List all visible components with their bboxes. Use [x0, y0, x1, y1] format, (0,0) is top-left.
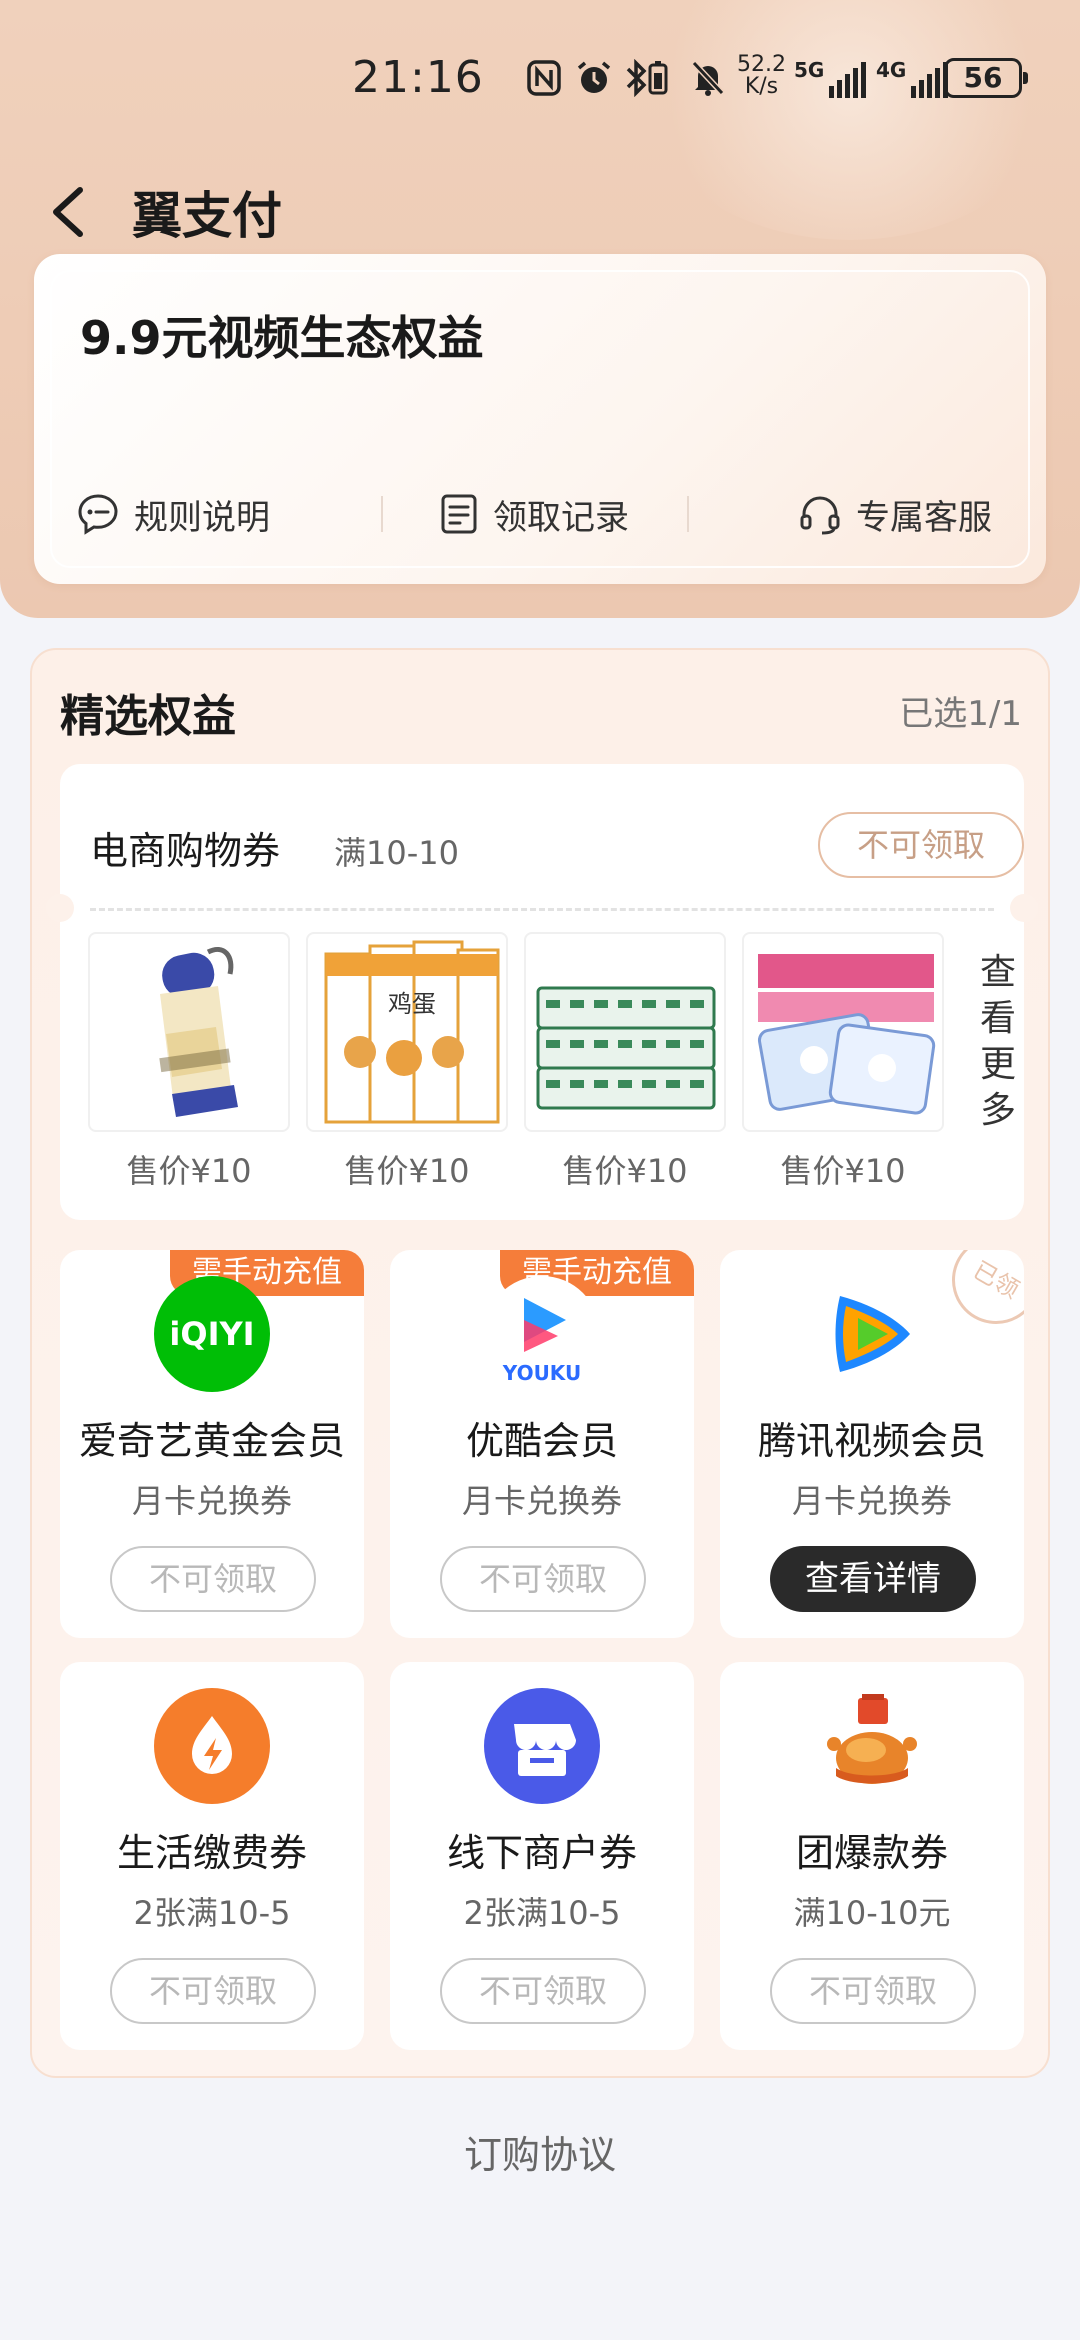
- card-title: 腾讯视频会员: [757, 1419, 986, 1463]
- chevron-left-icon: [53, 187, 83, 237]
- svg-text:YOUKU: YOUKU: [502, 1361, 581, 1385]
- rules-link[interactable]: 规则说明: [34, 484, 381, 544]
- card-title: 线下商户券: [446, 1831, 637, 1875]
- selected-benefits-panel: 精选权益 已选1/1 电商购物券 满10-10 不可领取 售价¥10 鸡蛋 售价…: [30, 648, 1050, 2078]
- hero-header: 21:16 52.2 K/s 5G 4G 56 翼支付 9.9元视频生态权益 规…: [0, 0, 1080, 618]
- ticket-notch-left: [46, 894, 74, 922]
- product-price: 售价¥10: [126, 1152, 252, 1190]
- view-details-button[interactable]: 查看详情: [770, 1546, 976, 1612]
- claim-button-disabled[interactable]: 不可领取: [110, 1958, 316, 2024]
- svg-text:鸡蛋: 鸡蛋: [388, 990, 436, 1018]
- customer-service-label: 专属客服: [855, 497, 992, 538]
- product-item[interactable]: 鸡蛋 售价¥10: [306, 932, 508, 1192]
- card-title: 爱奇艺黄金会员: [78, 1419, 345, 1463]
- product-item[interactable]: 售价¥10: [524, 932, 726, 1192]
- water-bottle-image: [88, 932, 290, 1132]
- ticket-divider: [90, 908, 994, 911]
- back-button[interactable]: [44, 182, 94, 242]
- benefit-card-iqiyi[interactable]: 需手动充值 iQIYI 爱奇艺黄金会员 月卡兑换券 不可领取: [60, 1250, 364, 1638]
- nfc-icon: [524, 58, 564, 98]
- network-speed: 52.2 K/s: [737, 52, 786, 99]
- headset-icon: [800, 496, 840, 535]
- status-time: 21:16: [352, 52, 484, 103]
- utility-bill-icon: [154, 1688, 270, 1804]
- card-title: 团爆款券: [795, 1831, 948, 1875]
- shopping-coupon-card: 电商购物券 满10-10 不可领取 售价¥10 鸡蛋 售价¥10 售价¥10 售…: [46, 764, 1038, 1220]
- claim-records-label: 领取记录: [492, 497, 629, 538]
- card-title: 优酷会员: [465, 1419, 618, 1463]
- shopping-coupon-condition: 满10-10: [334, 834, 459, 872]
- claim-button-disabled[interactable]: 不可领取: [440, 1958, 646, 2024]
- page-title: 翼支付: [132, 187, 282, 245]
- mute-bell-icon: [688, 58, 728, 98]
- claim-button-disabled[interactable]: 不可领取: [110, 1546, 316, 1612]
- signal-sim2-icon: 4G: [876, 58, 949, 98]
- roast-chicken-icon: [814, 1688, 930, 1804]
- card-subtitle: 满10-10元: [793, 1894, 951, 1932]
- hero-links: 规则说明 领取记录 专属客服: [34, 484, 1046, 544]
- benefit-summary-card: 9.9元视频生态权益 规则说明 领取记录 专属客服: [34, 254, 1046, 584]
- wet-wipes-image: [742, 932, 944, 1132]
- youku-logo-icon: YOUKU: [484, 1276, 600, 1392]
- bluetooth-battery-icon: [624, 58, 672, 98]
- shopping-coupon-name: 电商购物券: [90, 829, 281, 873]
- claimed-stamp: 已领: [935, 1250, 1024, 1341]
- battery-icon: 56: [944, 58, 1028, 98]
- benefit-card-youku[interactable]: 需手动充值 YOUKU 优酷会员 月卡兑换券 不可领取: [390, 1250, 694, 1638]
- benefit-card-offline-merchant[interactable]: 线下商户券 2张满10-5 不可领取: [390, 1662, 694, 2050]
- benefit-card-tencent-video[interactable]: 已领 腾讯视频会员 月卡兑换券 查看详情: [720, 1250, 1024, 1638]
- status-bar: 21:16 52.2 K/s 5G 4G 56: [0, 40, 1080, 120]
- product-price: 售价¥10: [344, 1152, 470, 1190]
- benefit-card-utility-bill[interactable]: 生活缴费券 2张满10-5 不可领取: [60, 1662, 364, 2050]
- shopping-claim-button[interactable]: 不可领取: [818, 812, 1024, 878]
- egg-noodles-image: 鸡蛋: [306, 932, 508, 1132]
- benefit-card-group-deal[interactable]: 团爆款券 满10-10元 不可领取: [720, 1662, 1024, 2050]
- product-item[interactable]: 售价¥10: [88, 932, 290, 1192]
- benefit-package-title: 9.9元视频生态权益: [80, 311, 484, 365]
- card-subtitle: 2张满10-5: [463, 1894, 621, 1932]
- card-subtitle: 月卡兑换券: [131, 1482, 292, 1520]
- card-subtitle: 月卡兑换券: [791, 1482, 952, 1520]
- claim-button-disabled[interactable]: 不可领取: [440, 1546, 646, 1612]
- iqiyi-logo-icon: iQIYI: [154, 1276, 270, 1392]
- card-subtitle: 月卡兑换券: [461, 1482, 622, 1520]
- card-title: 生活缴费券: [116, 1831, 307, 1875]
- hero-glow: [640, 0, 1060, 240]
- selected-count: 已选1/1: [899, 694, 1022, 734]
- rules-link-label: 规则说明: [134, 497, 270, 538]
- product-price: 售价¥10: [562, 1152, 688, 1190]
- card-subtitle: 2张满10-5: [133, 1894, 291, 1932]
- tencent-video-logo-icon: [814, 1276, 930, 1392]
- section-title: 精选权益: [60, 691, 236, 742]
- signal-sim1-icon: 5G: [794, 58, 867, 98]
- ticket-notch-right: [1010, 894, 1038, 922]
- chat-bubble-icon: [78, 494, 118, 535]
- subscription-agreement-link[interactable]: 订购协议: [0, 2124, 1080, 2179]
- customer-service-link[interactable]: 专属客服: [686, 484, 1046, 544]
- alarm-icon: [574, 58, 614, 98]
- store-icon: [484, 1688, 600, 1804]
- claim-records-link[interactable]: 领取记录: [381, 484, 686, 544]
- view-more-link[interactable]: 查看更多: [978, 950, 1018, 1134]
- product-item[interactable]: 售价¥10: [742, 932, 944, 1192]
- product-price: 售价¥10: [780, 1152, 906, 1190]
- claim-button-disabled[interactable]: 不可领取: [770, 1958, 976, 2024]
- document-icon: [441, 494, 477, 534]
- tissue-packs-image: [524, 932, 726, 1132]
